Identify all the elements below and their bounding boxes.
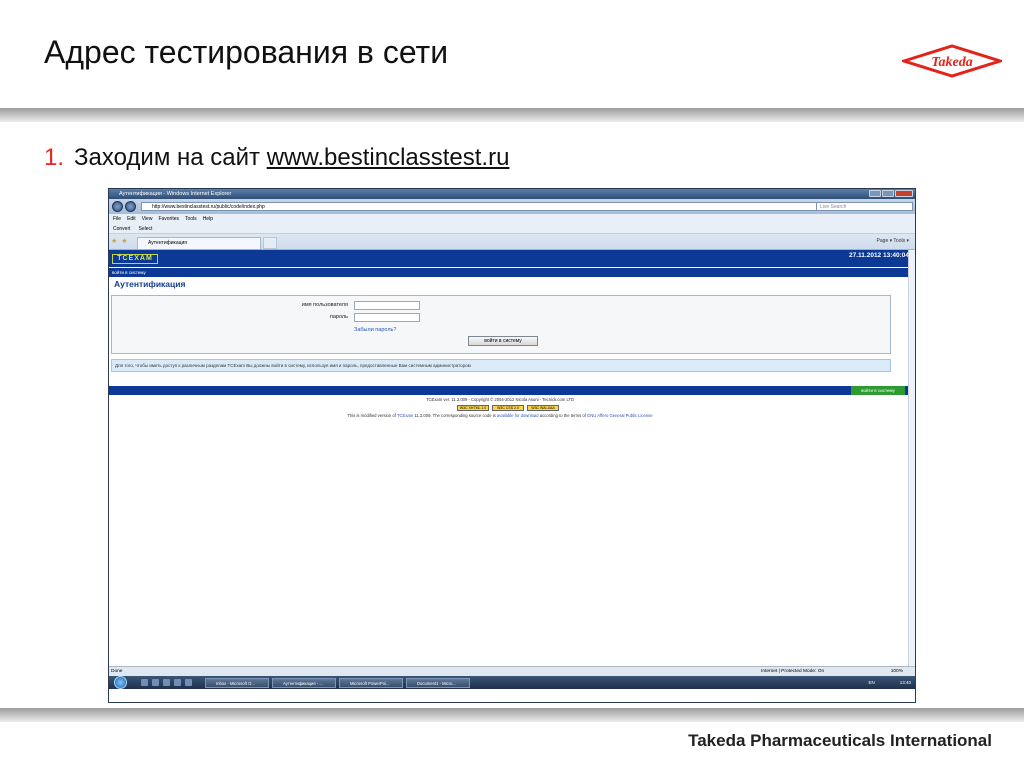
browser-screenshot: Аутентификация - Windows Internet Explor…: [108, 188, 916, 703]
maximize-button[interactable]: [882, 190, 894, 197]
bullet-text: Заходим на сайт: [74, 144, 261, 171]
badge-wai[interactable]: W3C WAI-AAA: [527, 405, 559, 411]
search-input[interactable]: Live Search: [816, 202, 913, 211]
w3c-badges: W3C XHTML 1.0 W3C CSS 2.0 W3C WAI-AAA: [457, 405, 559, 411]
menu-edit[interactable]: Edit: [127, 214, 136, 224]
web-page: TCEXAM 27.11.2012 13:40:04 войти в систе…: [109, 250, 915, 666]
menu-view[interactable]: View: [142, 214, 153, 224]
quick-launch: [141, 679, 192, 686]
badge-xhtml[interactable]: W3C XHTML 1.0: [457, 405, 489, 411]
address-bar[interactable]: http://www.bestinclasstest.ru/public/cod…: [141, 202, 821, 211]
close-button[interactable]: [895, 190, 913, 197]
license-mid2: according to the terms of: [539, 413, 586, 418]
site-link[interactable]: www.bestinclasstest.ru: [267, 144, 510, 171]
window-titlebar: Аутентификация - Windows Internet Explor…: [109, 189, 915, 199]
bottom-divider: [0, 708, 1024, 722]
address-row: http://www.bestinclasstest.ru/public/cod…: [109, 199, 915, 214]
favorites-star-icon[interactable]: ★★: [111, 237, 132, 245]
license-text: This is modified version of TCExam 11.3.…: [109, 413, 891, 418]
slide: Адрес тестирования в сети Takeda 1. Заход…: [0, 0, 1024, 768]
quicklaunch-icon[interactable]: [163, 679, 170, 686]
task-word[interactable]: Document1 - Micro...: [406, 678, 470, 688]
password-field[interactable]: [354, 313, 420, 322]
language-indicator[interactable]: EN: [868, 680, 874, 685]
task-ie[interactable]: Аутентификация - ...: [272, 678, 336, 688]
footer-company: Takeda Pharmaceuticals International: [688, 731, 992, 750]
quicklaunch-icon[interactable]: [174, 679, 181, 686]
gnu-license-link[interactable]: GNU Affero General Public License: [587, 413, 653, 418]
menu-favorites[interactable]: Favorites: [158, 214, 179, 224]
bullet-number: 1.: [44, 144, 65, 171]
login-menu-link[interactable]: войти в систему: [109, 267, 915, 277]
tcexam-link[interactable]: TCExam: [397, 413, 413, 418]
new-tab-button[interactable]: [263, 237, 277, 249]
menu-tools[interactable]: Tools: [185, 214, 197, 224]
info-message: Для того, чтобы иметь доступ к различным…: [111, 359, 891, 372]
vertical-scrollbar[interactable]: [908, 250, 915, 666]
back-icon[interactable]: [112, 201, 123, 212]
license-mid: 11.3.009. The corresponding source code …: [414, 413, 496, 418]
copyright-text: TCExam ver. 11.3.009 - Copyright © 2004-…: [425, 397, 575, 402]
forgot-password-link[interactable]: Забыли пароль?: [354, 327, 396, 333]
convert-button[interactable]: Convert: [113, 224, 131, 233]
username-label: имя пользователя: [301, 302, 348, 308]
login-button[interactable]: войти в систему: [468, 336, 538, 346]
takeda-logo: Takeda: [902, 44, 1002, 78]
task-outlook[interactable]: Inbox - Microsoft O...: [205, 678, 269, 688]
menu-bar: File Edit View Favorites Tools Help: [109, 214, 915, 224]
command-bar[interactable]: Page ▾ Tools ▾: [877, 238, 909, 244]
header-datetime: 27.11.2012 13:40:04: [849, 252, 909, 259]
bullet-item: 1. Заходим на сайт www.bestinclasstest.ru: [44, 144, 509, 172]
page-heading: Аутентификация: [114, 279, 186, 289]
footer-login-button[interactable]: войти в систему: [851, 386, 905, 395]
takeda-logo-text: Takeda: [931, 55, 972, 70]
taskbar-tasks: Inbox - Microsoft O... Аутентификация - …: [205, 678, 470, 688]
quicklaunch-icon[interactable]: [152, 679, 159, 686]
system-tray: EN 13:40: [868, 676, 911, 689]
status-text: Done: [111, 669, 123, 674]
menu-help[interactable]: Help: [203, 214, 213, 224]
quicklaunch-icon[interactable]: [185, 679, 192, 686]
tcexam-logo: TCEXAM: [112, 254, 158, 264]
tab-authentication[interactable]: Аутентификация: [137, 237, 261, 249]
footer-bar: войти в систему: [109, 386, 915, 395]
badge-css[interactable]: W3C CSS 2.0: [492, 405, 524, 411]
quicklaunch-icon[interactable]: [141, 679, 148, 686]
select-button[interactable]: Select: [139, 224, 153, 233]
window-title: Аутентификация - Windows Internet Explor…: [119, 191, 232, 197]
top-divider: [0, 108, 1024, 122]
license-pre: This is modified version of: [347, 413, 396, 418]
status-bar: Done Internet | Protected Mode: On 100%: [109, 666, 915, 676]
clock[interactable]: 13:40: [900, 680, 911, 685]
tcexam-header: TCEXAM 27.11.2012 13:40:04: [109, 250, 915, 267]
windows-taskbar: Inbox - Microsoft O... Аутентификация - …: [109, 676, 915, 689]
login-form: имя пользователя пароль Забыли пароль? в…: [111, 295, 891, 354]
start-button[interactable]: [114, 676, 127, 689]
password-label: пароль: [329, 314, 348, 320]
task-powerpoint[interactable]: Microsoft PowerPoi...: [339, 678, 403, 688]
username-field[interactable]: [354, 301, 420, 310]
download-link[interactable]: available for download: [497, 413, 539, 418]
tab-row: ★★ Аутентификация Page ▾ Tools ▾: [109, 234, 915, 250]
menu-file[interactable]: File: [113, 214, 121, 224]
toolbar: Convert Select: [109, 224, 915, 234]
minimize-button[interactable]: [869, 190, 881, 197]
forward-icon[interactable]: [125, 201, 136, 212]
slide-title: Адрес тестирования в сети: [44, 34, 449, 70]
